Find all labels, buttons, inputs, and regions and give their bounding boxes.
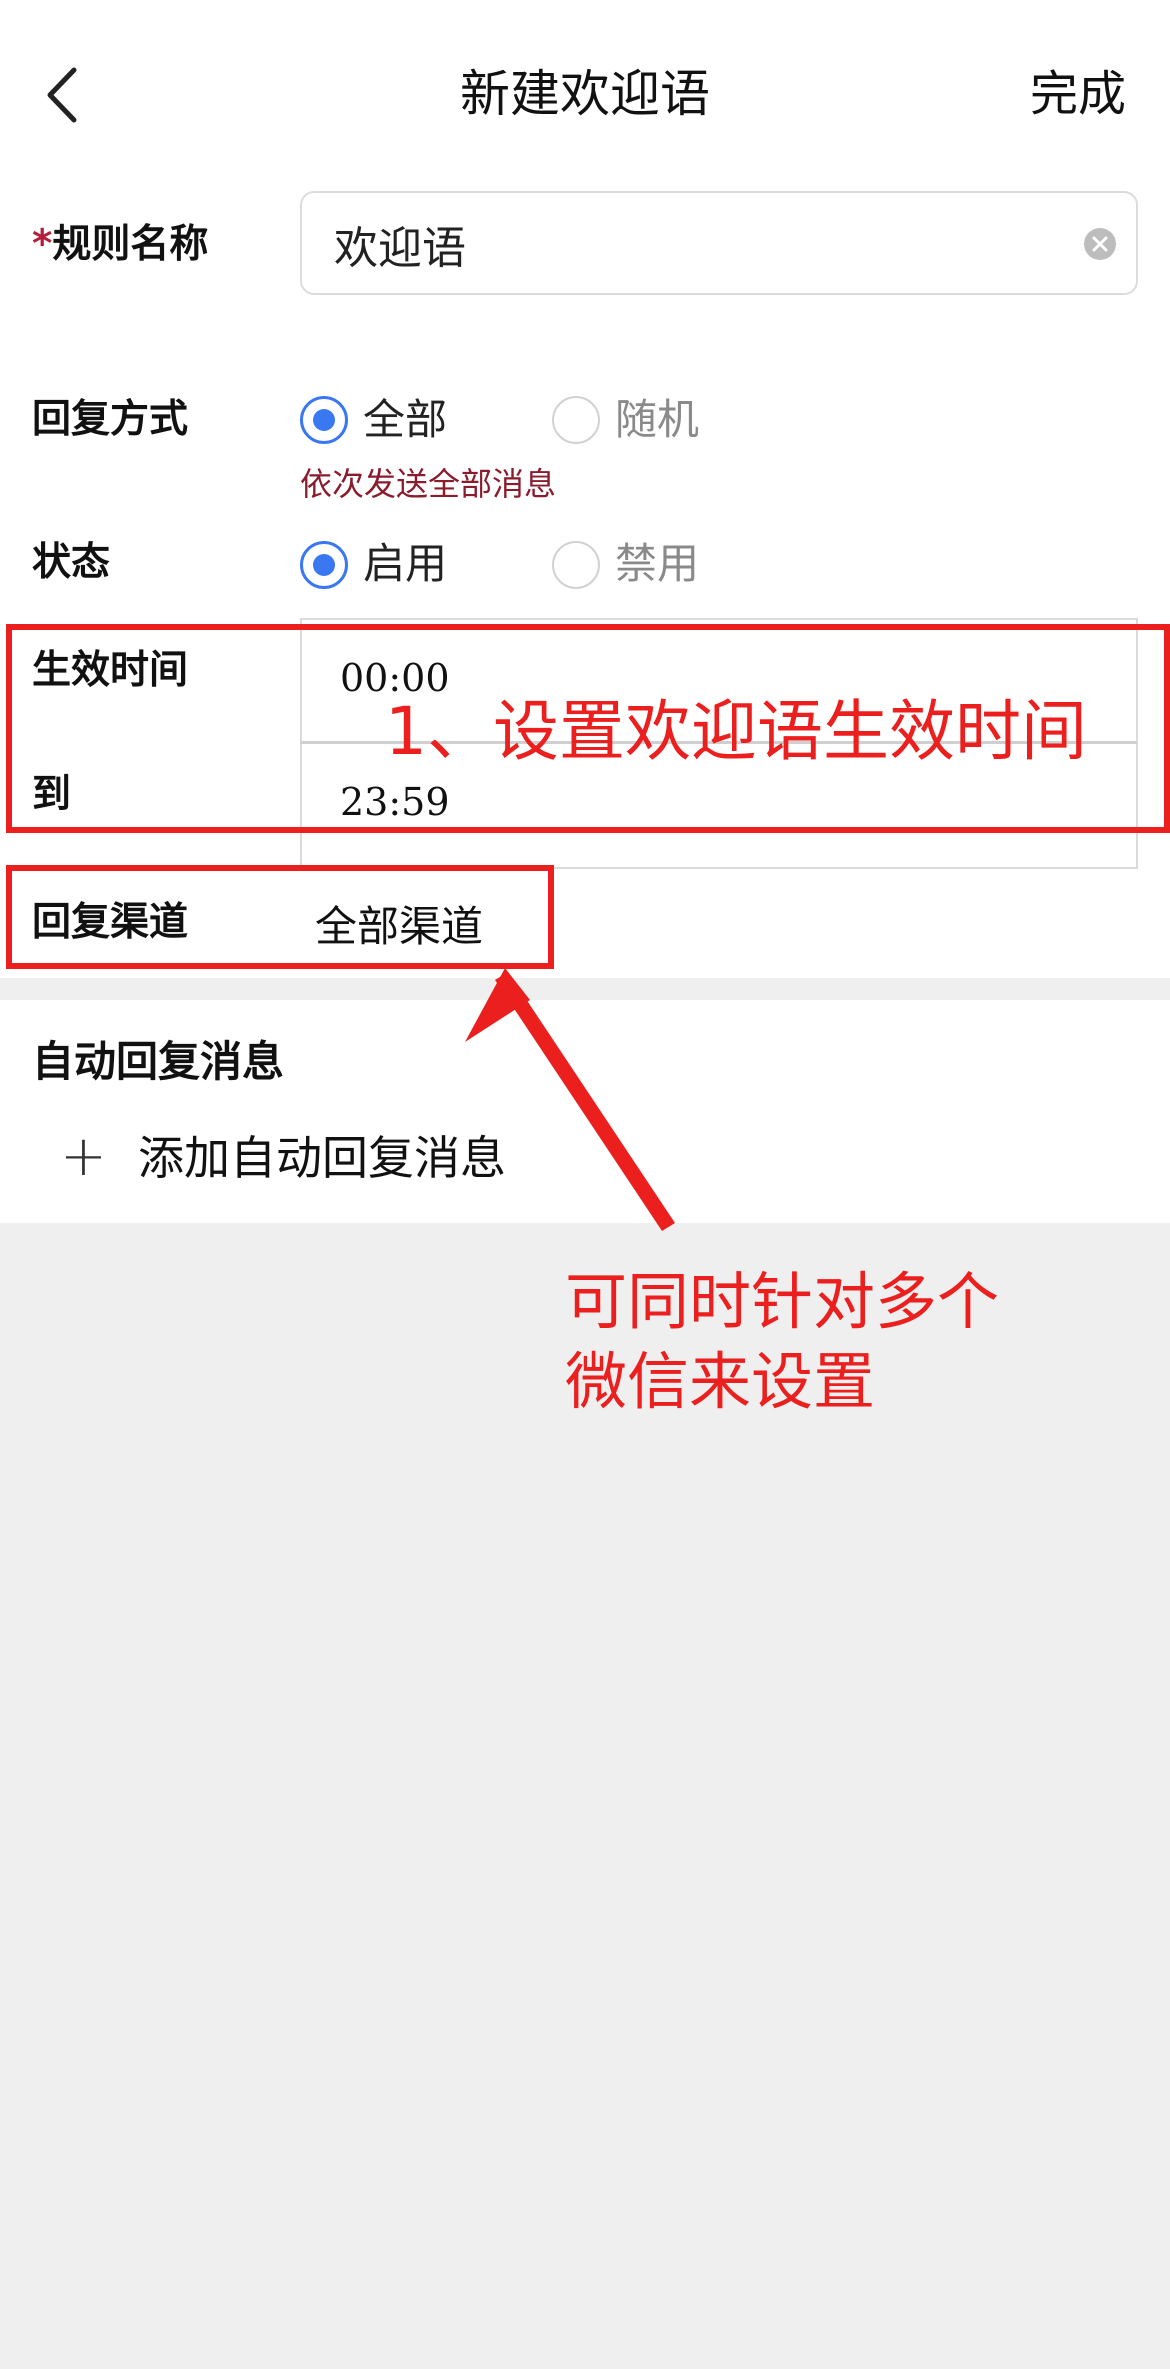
reply-mode-random-label[interactable]: 随机 — [615, 394, 699, 446]
clear-icon[interactable] — [1084, 228, 1116, 260]
channel-highlight-box — [6, 865, 554, 969]
plus-icon: + — [60, 1124, 107, 1189]
channel-annotation: 可同时针对多个 微信来设置 — [565, 1262, 999, 1422]
section-divider — [0, 978, 1170, 1000]
reply-mode-random-radio[interactable] — [552, 396, 600, 444]
add-auto-reply-label: 添加自动回复消息 — [138, 1131, 506, 1185]
reply-mode-all-label[interactable]: 全部 — [363, 394, 447, 446]
auto-reply-title: 自动回复消息 — [32, 1037, 285, 1086]
page-title: 新建欢迎语 — [460, 65, 710, 123]
done-button[interactable]: 完成 — [1030, 64, 1126, 124]
status-enabled-radio[interactable] — [300, 541, 348, 589]
reply-mode-hint: 依次发送全部消息 — [300, 465, 557, 503]
channel-annotation-line1: 可同时针对多个 — [565, 1265, 1000, 1338]
rule-name-input[interactable] — [332, 193, 1056, 295]
auto-reply-panel — [0, 1000, 1170, 1223]
time-annotation: 1、设置欢迎语生效时间 — [385, 693, 1087, 770]
reply-mode-all-radio[interactable] — [300, 396, 348, 444]
status-enabled-label[interactable]: 启用 — [363, 538, 447, 590]
status-disabled-label[interactable]: 禁用 — [615, 538, 699, 590]
status-disabled-radio[interactable] — [552, 541, 600, 589]
required-mark: * — [32, 222, 53, 267]
rule-name-label: *规则名称 — [32, 220, 208, 270]
reply-mode-label: 回复方式 — [32, 397, 189, 442]
rule-name-label-text: 规则名称 — [52, 222, 209, 267]
channel-annotation-line2: 微信来设置 — [565, 1345, 876, 1418]
rule-name-field[interactable] — [300, 191, 1138, 295]
status-label: 状态 — [32, 540, 111, 585]
